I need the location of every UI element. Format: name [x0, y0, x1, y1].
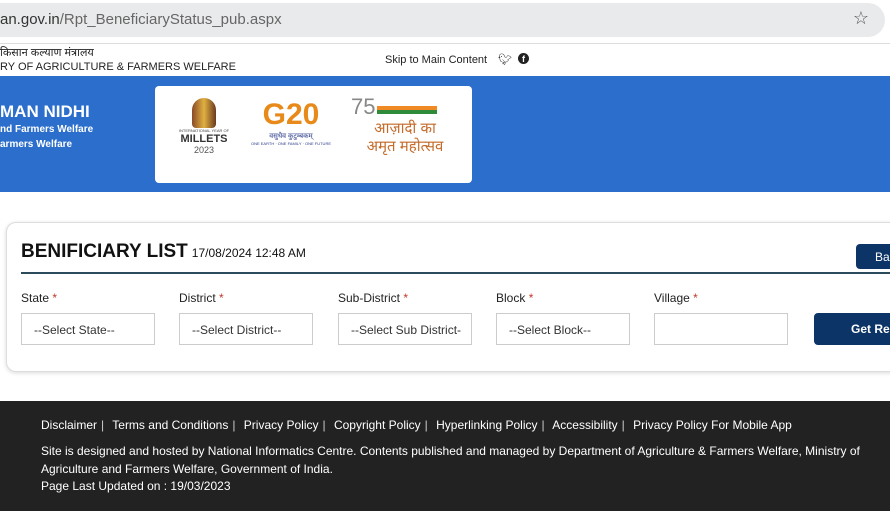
millets-icon: [192, 98, 216, 128]
footer: Disclaimer | Terms and Conditions | Privac…: [0, 401, 890, 511]
site-subtitle-1: nd Farmers Welfare: [0, 124, 94, 135]
facebook-icon[interactable]: f: [518, 53, 529, 64]
g20-text: G20: [262, 98, 320, 131]
url-text[interactable]: an.gov.in/Rpt_BeneficiaryStatus_pub.aspx: [0, 11, 282, 28]
g20-tagline: ONE EARTH · ONE FAMILY · ONE FUTURE: [250, 141, 331, 146]
state-label: State *: [21, 291, 58, 305]
district-select[interactable]: --Select District--: [179, 313, 313, 345]
state-select[interactable]: --Select State--: [21, 313, 155, 345]
copyright-policy-link[interactable]: Copyright Policy: [334, 418, 421, 432]
azadi-text-1: आज़ादी का: [374, 120, 436, 137]
last-updated: Page Last Updated on : 19/03/2023: [41, 479, 231, 493]
url-host: an.gov.in: [0, 11, 60, 28]
sub-district-label: Sub-District *: [338, 291, 409, 305]
ministry-hindi: किसान कल्याण मंत्रालय: [0, 47, 94, 59]
village-label: Village *: [654, 291, 698, 305]
flag-icon: [377, 106, 438, 114]
g20-logo: G20 वसुधैव कुटुम्बकम् ONE EARTH · ONE FA…: [237, 98, 345, 146]
url-path: /Rpt_BeneficiaryStatus_pub.aspx: [59, 11, 282, 28]
address-bar[interactable]: an.gov.in/Rpt_BeneficiaryStatus_pub.aspx…: [0, 3, 885, 37]
back-button[interactable]: Back: [856, 244, 890, 269]
disclaimer-link[interactable]: Disclaimer: [41, 418, 97, 432]
block-label: Block *: [496, 291, 534, 305]
sub-district-select[interactable]: --Select Sub District-: [338, 313, 472, 345]
millets-text: MILLETS: [180, 133, 228, 145]
ministry-name: RY OF AGRICULTURE & FARMERS WELFARE: [0, 61, 236, 73]
azadi-text-2: अमृत महोत्सव: [366, 138, 444, 155]
report-card: BENIFICIARY LIST17/08/2024 12:48 AM Back…: [6, 222, 890, 372]
mobile-privacy-link[interactable]: Privacy Policy For Mobile App: [633, 418, 792, 432]
block-select[interactable]: --Select Block--: [496, 313, 630, 345]
azadi-logo: 75 आज़ादी का अमृत महोत्सव: [345, 94, 465, 156]
hyperlinking-policy-link[interactable]: Hyperlinking Policy: [436, 418, 537, 432]
star-icon[interactable]: ☆: [853, 8, 869, 29]
g20-subtitle: वसुधैव कुटुम्बकम्: [269, 133, 313, 140]
site-banner: MAN NIDHI nd Farmers Welfare armers Welf…: [0, 76, 890, 192]
millets-year: 2023: [193, 145, 215, 155]
footer-text: Site is designed and hosted by National …: [41, 444, 860, 476]
skip-to-main-link[interactable]: Skip to Main Content: [385, 54, 487, 66]
village-select[interactable]: [654, 313, 788, 345]
title-divider: [21, 272, 890, 274]
report-title: BENIFICIARY LIST: [21, 241, 188, 262]
get-report-button[interactable]: Get Report: [814, 313, 890, 345]
twitter-icon[interactable]: 🐦︎: [498, 53, 512, 66]
terms-link[interactable]: Terms and Conditions: [112, 418, 228, 432]
footer-links: Disclaimer | Terms and Conditions | Privac…: [41, 418, 792, 432]
privacy-policy-link[interactable]: Privacy Policy: [244, 418, 319, 432]
district-label: District *: [179, 291, 224, 305]
millets-logo: INTERNATIONAL YEAR OF MILLETS 2023: [169, 98, 239, 155]
logo-panel: INTERNATIONAL YEAR OF MILLETS 2023 G20 व…: [155, 86, 472, 183]
page-title: BENIFICIARY LIST 17/08/2024 12:48 AM: [21, 241, 306, 263]
site-subtitle-2: armers Welfare: [0, 139, 73, 150]
azadi-75: 75: [351, 94, 376, 119]
report-datetime: 17/08/2024 12:48 AM: [191, 246, 306, 260]
top-strip: किसान कल्याण मंत्रालय RY OF AGRICULTURE …: [0, 44, 890, 76]
accessibility-link[interactable]: Accessibility: [552, 418, 617, 432]
site-title: MAN NIDHI: [0, 102, 90, 121]
